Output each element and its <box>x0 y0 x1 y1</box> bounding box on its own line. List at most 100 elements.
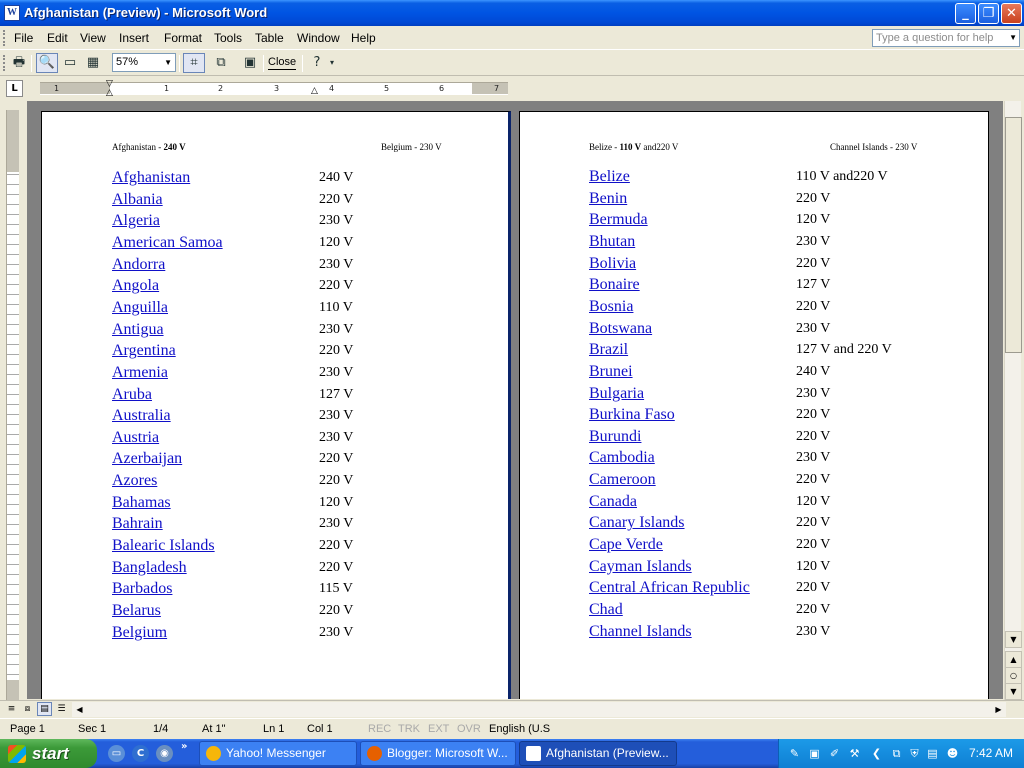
scroll-left-icon[interactable]: ◀ <box>72 702 87 717</box>
vertical-scrollbar[interactable]: ▼ ▲ ○ ▼ <box>1004 101 1022 700</box>
tab-selector-icon[interactable]: L <box>6 80 23 97</box>
country-link[interactable]: Afghanistan <box>112 168 190 188</box>
country-link[interactable]: Chad <box>589 600 623 620</box>
previous-page-icon[interactable]: ▲ <box>1005 651 1022 668</box>
country-link[interactable]: Brazil <box>589 340 628 360</box>
country-link[interactable]: Bhutan <box>589 232 635 252</box>
task-word-document[interactable]: Afghanistan (Preview... <box>519 741 677 766</box>
menu-view[interactable]: View <box>80 31 106 45</box>
media-player-icon[interactable]: ◉ <box>156 745 173 762</box>
ask-question-input[interactable]: Type a question for help ▼ <box>872 29 1020 47</box>
vertical-scroll-thumb[interactable] <box>1005 117 1022 353</box>
country-link[interactable]: Bahamas <box>112 493 171 513</box>
country-link[interactable]: Benin <box>589 189 627 209</box>
country-link[interactable]: Bonaire <box>589 275 640 295</box>
toolbar-options-icon[interactable]: ▾ <box>326 53 338 73</box>
country-link[interactable]: Argentina <box>112 341 176 361</box>
country-link[interactable]: Australia <box>112 406 171 426</box>
full-screen-icon[interactable]: ▣ <box>239 53 261 73</box>
country-link[interactable]: Bangladesh <box>112 558 187 578</box>
ask-dropdown-icon[interactable]: ▼ <box>1009 30 1017 46</box>
task-yahoo-messenger[interactable]: Yahoo! Messenger <box>199 741 357 766</box>
status-rec[interactable]: REC <box>368 723 391 736</box>
close-preview-button[interactable]: Close <box>268 55 297 70</box>
country-link[interactable]: Angola <box>112 276 159 296</box>
country-link[interactable]: Belarus <box>112 601 161 621</box>
country-link[interactable]: Azores <box>112 471 157 491</box>
tray-tool-icon[interactable]: ✎ <box>787 746 802 761</box>
title-bar[interactable]: W Afghanistan (Preview) - Microsoft Word… <box>0 0 1024 26</box>
country-link[interactable]: Burundi <box>589 427 641 447</box>
zoom-select[interactable]: 57% ▼ <box>112 53 176 72</box>
country-link[interactable]: Belize <box>589 167 630 187</box>
close-window-button[interactable]: ✕ <box>1001 3 1022 24</box>
one-page-icon[interactable]: ▭ <box>59 53 81 73</box>
document-preview-area[interactable]: Afghanistan - 240 V Belgium - 230 V Afgh… <box>27 101 1003 699</box>
context-help-icon[interactable]: ? <box>306 53 328 73</box>
clock[interactable]: 7:42 AM <box>969 746 1013 761</box>
country-link[interactable]: Bolivia <box>589 254 636 274</box>
country-link[interactable]: Balearic Islands <box>112 536 215 556</box>
country-link[interactable]: Cayman Islands <box>589 557 692 577</box>
menu-help[interactable]: Help <box>351 31 376 45</box>
minimize-button[interactable]: _ <box>955 3 976 24</box>
tray-expand-icon[interactable]: ❮ <box>869 746 884 761</box>
tray-pen-icon[interactable]: ✐ <box>827 746 842 761</box>
menu-tools[interactable]: Tools <box>214 31 242 45</box>
view-ruler-icon[interactable]: ⌗ <box>183 53 205 73</box>
vertical-ruler[interactable] <box>6 110 19 700</box>
right-indent-icon[interactable]: △ <box>311 87 318 96</box>
zoom-dropdown-icon[interactable]: ▼ <box>164 54 172 71</box>
country-link[interactable]: Canary Islands <box>589 513 685 533</box>
menu-window[interactable]: Window <box>297 31 340 45</box>
menu-format[interactable]: Format <box>164 31 202 45</box>
left-indent-icon[interactable]: △ <box>106 89 113 98</box>
country-link[interactable]: Azerbaijan <box>112 449 182 469</box>
word-app-icon[interactable]: W <box>4 5 20 21</box>
magnifier-icon[interactable]: 🔍 <box>36 53 58 73</box>
tray-network-icon[interactable]: ⧉ <box>889 746 904 761</box>
menu-edit[interactable]: Edit <box>47 31 68 45</box>
tray-security-icon[interactable]: ⛨ <box>907 746 922 761</box>
status-language[interactable]: English (U.S <box>489 723 550 736</box>
print-layout-icon[interactable]: ▤ <box>37 702 52 716</box>
country-link[interactable]: Andorra <box>112 255 165 275</box>
country-link[interactable]: Armenia <box>112 363 168 383</box>
country-link[interactable]: Channel Islands <box>589 622 692 642</box>
multiple-pages-icon[interactable]: ▦ <box>82 53 104 73</box>
task-blogger[interactable]: Blogger: Microsoft W... <box>360 741 516 766</box>
web-layout-icon[interactable]: ⧈ <box>20 702 35 716</box>
restore-button[interactable]: ❐ <box>978 3 999 24</box>
tray-window-icon[interactable]: ▤ <box>925 746 940 761</box>
country-link[interactable]: Burkina Faso <box>589 405 675 425</box>
menu-table[interactable]: Table <box>255 31 284 45</box>
print-icon[interactable]: 🖶 <box>8 53 30 73</box>
country-link[interactable]: Bahrain <box>112 514 163 534</box>
menu-grip-icon[interactable] <box>3 30 7 46</box>
country-link[interactable]: Aruba <box>112 385 152 405</box>
country-link[interactable]: Botswana <box>589 319 652 339</box>
shrink-to-fit-icon[interactable]: ⧉ <box>210 53 232 73</box>
country-link[interactable]: Antigua <box>112 320 164 340</box>
preview-page-1[interactable]: Afghanistan - 240 V Belgium - 230 V Afgh… <box>41 111 511 699</box>
tray-tool-icon[interactable]: ⚒ <box>847 746 862 761</box>
country-link[interactable]: Brunei <box>589 362 633 382</box>
country-link[interactable]: Algeria <box>112 211 160 231</box>
country-link[interactable]: Barbados <box>112 579 172 599</box>
select-browse-object-icon[interactable]: ○ <box>1005 667 1022 684</box>
scroll-right-icon[interactable]: ▶ <box>991 702 1006 717</box>
country-link[interactable]: American Samoa <box>112 233 223 253</box>
country-link[interactable]: Albania <box>112 190 163 210</box>
start-button[interactable]: start <box>0 739 97 768</box>
menu-file[interactable]: File <box>14 31 33 45</box>
country-link[interactable]: Belgium <box>112 623 167 643</box>
tray-monitor-icon[interactable]: ▣ <box>807 746 822 761</box>
preview-page-2[interactable]: Belize - 110 V and220 V Channel Islands … <box>519 111 989 699</box>
quicklaunch-more-icon[interactable]: » <box>181 742 187 752</box>
country-link[interactable]: Anguilla <box>112 298 168 318</box>
tray-messenger-icon[interactable]: ☻ <box>945 746 960 761</box>
country-link[interactable]: Canada <box>589 492 637 512</box>
outline-view-icon[interactable]: ☰ <box>54 702 69 716</box>
menu-insert[interactable]: Insert <box>119 31 149 45</box>
country-link[interactable]: Cape Verde <box>589 535 663 555</box>
